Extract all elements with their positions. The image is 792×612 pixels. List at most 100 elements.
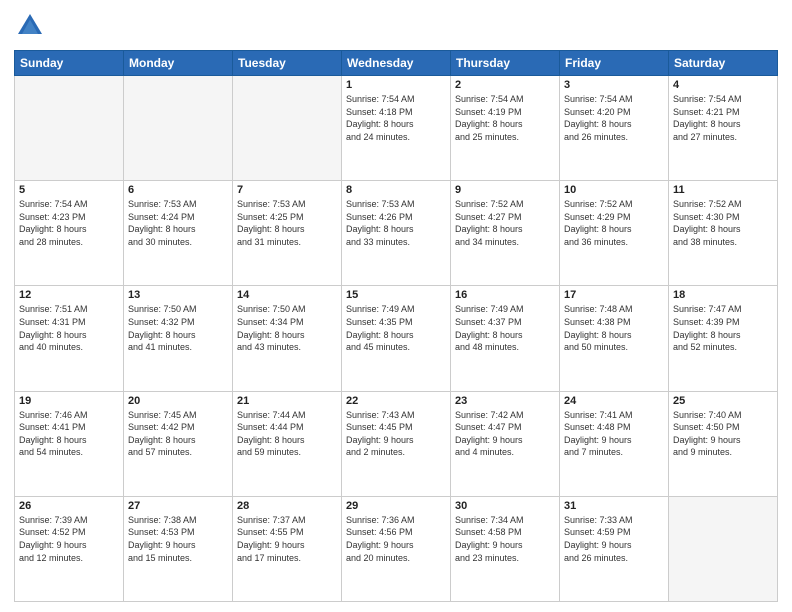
day-info: Sunrise: 7:53 AM Sunset: 4:25 PM Dayligh… xyxy=(237,198,337,248)
calendar-cell: 16 Sunrise: 7:49 AM Sunset: 4:37 PM Dayli… xyxy=(451,286,560,391)
day-info: Sunrise: 7:49 AM Sunset: 4:37 PM Dayligh… xyxy=(455,303,555,353)
calendar-cell xyxy=(124,76,233,181)
day-number: 23 xyxy=(455,395,555,407)
day-header-friday: Friday xyxy=(560,51,669,76)
day-info: Sunrise: 7:52 AM Sunset: 4:30 PM Dayligh… xyxy=(673,198,773,248)
day-number: 29 xyxy=(346,500,446,512)
day-number: 3 xyxy=(564,79,664,91)
day-info: Sunrise: 7:52 AM Sunset: 4:27 PM Dayligh… xyxy=(455,198,555,248)
logo-icon xyxy=(14,10,46,42)
calendar-cell: 15 Sunrise: 7:49 AM Sunset: 4:35 PM Dayli… xyxy=(342,286,451,391)
day-number: 25 xyxy=(673,395,773,407)
day-info: Sunrise: 7:39 AM Sunset: 4:52 PM Dayligh… xyxy=(19,514,119,564)
calendar-cell: 25 Sunrise: 7:40 AM Sunset: 4:50 PM Dayli… xyxy=(669,391,778,496)
calendar-cell: 22 Sunrise: 7:43 AM Sunset: 4:45 PM Dayli… xyxy=(342,391,451,496)
day-info: Sunrise: 7:41 AM Sunset: 4:48 PM Dayligh… xyxy=(564,409,664,459)
day-number: 20 xyxy=(128,395,228,407)
day-number: 10 xyxy=(564,184,664,196)
day-number: 15 xyxy=(346,289,446,301)
day-number: 7 xyxy=(237,184,337,196)
calendar-table: SundayMondayTuesdayWednesdayThursdayFrid… xyxy=(14,50,778,602)
day-info: Sunrise: 7:48 AM Sunset: 4:38 PM Dayligh… xyxy=(564,303,664,353)
calendar-cell: 21 Sunrise: 7:44 AM Sunset: 4:44 PM Dayli… xyxy=(233,391,342,496)
calendar-cell xyxy=(669,496,778,601)
day-info: Sunrise: 7:54 AM Sunset: 4:21 PM Dayligh… xyxy=(673,93,773,143)
week-row-3: 12 Sunrise: 7:51 AM Sunset: 4:31 PM Dayli… xyxy=(15,286,778,391)
day-number: 28 xyxy=(237,500,337,512)
calendar-cell: 7 Sunrise: 7:53 AM Sunset: 4:25 PM Daylig… xyxy=(233,181,342,286)
day-info: Sunrise: 7:45 AM Sunset: 4:42 PM Dayligh… xyxy=(128,409,228,459)
day-info: Sunrise: 7:47 AM Sunset: 4:39 PM Dayligh… xyxy=(673,303,773,353)
day-number: 26 xyxy=(19,500,119,512)
day-info: Sunrise: 7:34 AM Sunset: 4:58 PM Dayligh… xyxy=(455,514,555,564)
calendar-cell: 8 Sunrise: 7:53 AM Sunset: 4:26 PM Daylig… xyxy=(342,181,451,286)
calendar-cell: 4 Sunrise: 7:54 AM Sunset: 4:21 PM Daylig… xyxy=(669,76,778,181)
day-info: Sunrise: 7:53 AM Sunset: 4:24 PM Dayligh… xyxy=(128,198,228,248)
day-info: Sunrise: 7:38 AM Sunset: 4:53 PM Dayligh… xyxy=(128,514,228,564)
day-info: Sunrise: 7:50 AM Sunset: 4:34 PM Dayligh… xyxy=(237,303,337,353)
day-info: Sunrise: 7:49 AM Sunset: 4:35 PM Dayligh… xyxy=(346,303,446,353)
day-number: 19 xyxy=(19,395,119,407)
day-number: 4 xyxy=(673,79,773,91)
day-info: Sunrise: 7:40 AM Sunset: 4:50 PM Dayligh… xyxy=(673,409,773,459)
day-info: Sunrise: 7:46 AM Sunset: 4:41 PM Dayligh… xyxy=(19,409,119,459)
calendar-cell: 28 Sunrise: 7:37 AM Sunset: 4:55 PM Dayli… xyxy=(233,496,342,601)
day-header-sunday: Sunday xyxy=(15,51,124,76)
calendar-cell: 24 Sunrise: 7:41 AM Sunset: 4:48 PM Dayli… xyxy=(560,391,669,496)
day-number: 13 xyxy=(128,289,228,301)
calendar-cell: 27 Sunrise: 7:38 AM Sunset: 4:53 PM Dayli… xyxy=(124,496,233,601)
calendar-cell: 2 Sunrise: 7:54 AM Sunset: 4:19 PM Daylig… xyxy=(451,76,560,181)
day-info: Sunrise: 7:44 AM Sunset: 4:44 PM Dayligh… xyxy=(237,409,337,459)
day-info: Sunrise: 7:50 AM Sunset: 4:32 PM Dayligh… xyxy=(128,303,228,353)
calendar-cell: 10Sunrise: 7:52 AM Sunset: 4:29 PM Dayli… xyxy=(560,181,669,286)
day-number: 21 xyxy=(237,395,337,407)
day-info: Sunrise: 7:37 AM Sunset: 4:55 PM Dayligh… xyxy=(237,514,337,564)
day-number: 12 xyxy=(19,289,119,301)
day-info: Sunrise: 7:53 AM Sunset: 4:26 PM Dayligh… xyxy=(346,198,446,248)
calendar-cell: 17 Sunrise: 7:48 AM Sunset: 4:38 PM Dayli… xyxy=(560,286,669,391)
calendar-cell: 5 Sunrise: 7:54 AM Sunset: 4:23 PM Daylig… xyxy=(15,181,124,286)
day-number: 8 xyxy=(346,184,446,196)
week-row-2: 5 Sunrise: 7:54 AM Sunset: 4:23 PM Daylig… xyxy=(15,181,778,286)
day-number: 17 xyxy=(564,289,664,301)
day-info: Sunrise: 7:42 AM Sunset: 4:47 PM Dayligh… xyxy=(455,409,555,459)
calendar-cell: 31Sunrise: 7:33 AM Sunset: 4:59 PM Dayli… xyxy=(560,496,669,601)
day-number: 14 xyxy=(237,289,337,301)
logo xyxy=(14,10,50,42)
day-number: 2 xyxy=(455,79,555,91)
calendar-cell: 12 Sunrise: 7:51 AM Sunset: 4:31 PM Dayli… xyxy=(15,286,124,391)
week-row-4: 19 Sunrise: 7:46 AM Sunset: 4:41 PM Dayli… xyxy=(15,391,778,496)
day-number: 31 xyxy=(564,500,664,512)
day-number: 16 xyxy=(455,289,555,301)
day-info: Sunrise: 7:51 AM Sunset: 4:31 PM Dayligh… xyxy=(19,303,119,353)
calendar-cell: 13 Sunrise: 7:50 AM Sunset: 4:32 PM Dayli… xyxy=(124,286,233,391)
day-number: 22 xyxy=(346,395,446,407)
calendar-cell: 26 Sunrise: 7:39 AM Sunset: 4:52 PM Dayli… xyxy=(15,496,124,601)
day-info: Sunrise: 7:36 AM Sunset: 4:56 PM Dayligh… xyxy=(346,514,446,564)
day-number: 5 xyxy=(19,184,119,196)
day-number: 6 xyxy=(128,184,228,196)
calendar-cell: 6 Sunrise: 7:53 AM Sunset: 4:24 PM Daylig… xyxy=(124,181,233,286)
page: SundayMondayTuesdayWednesdayThursdayFrid… xyxy=(0,0,792,612)
calendar-cell: 23 Sunrise: 7:42 AM Sunset: 4:47 PM Dayli… xyxy=(451,391,560,496)
calendar-cell: 1 Sunrise: 7:54 AM Sunset: 4:18 PM Daylig… xyxy=(342,76,451,181)
day-number: 11 xyxy=(673,184,773,196)
calendar-header-row: SundayMondayTuesdayWednesdayThursdayFrid… xyxy=(15,51,778,76)
week-row-1: 1 Sunrise: 7:54 AM Sunset: 4:18 PM Daylig… xyxy=(15,76,778,181)
day-number: 30 xyxy=(455,500,555,512)
day-header-thursday: Thursday xyxy=(451,51,560,76)
day-header-saturday: Saturday xyxy=(669,51,778,76)
calendar-cell: 30 Sunrise: 7:34 AM Sunset: 4:58 PM Dayli… xyxy=(451,496,560,601)
calendar-cell xyxy=(233,76,342,181)
calendar-cell: 14 Sunrise: 7:50 AM Sunset: 4:34 PM Dayli… xyxy=(233,286,342,391)
calendar-cell: 11 Sunrise: 7:52 AM Sunset: 4:30 PM Dayli… xyxy=(669,181,778,286)
day-info: Sunrise: 7:54 AM Sunset: 4:18 PM Dayligh… xyxy=(346,93,446,143)
day-info: Sunrise: 7:54 AM Sunset: 4:19 PM Dayligh… xyxy=(455,93,555,143)
calendar-cell xyxy=(15,76,124,181)
day-info: Sunrise: 7:54 AM Sunset: 4:23 PM Dayligh… xyxy=(19,198,119,248)
day-info: Sunrise: 7:43 AM Sunset: 4:45 PM Dayligh… xyxy=(346,409,446,459)
day-number: 24 xyxy=(564,395,664,407)
day-number: 27 xyxy=(128,500,228,512)
day-number: 1 xyxy=(346,79,446,91)
day-number: 18 xyxy=(673,289,773,301)
